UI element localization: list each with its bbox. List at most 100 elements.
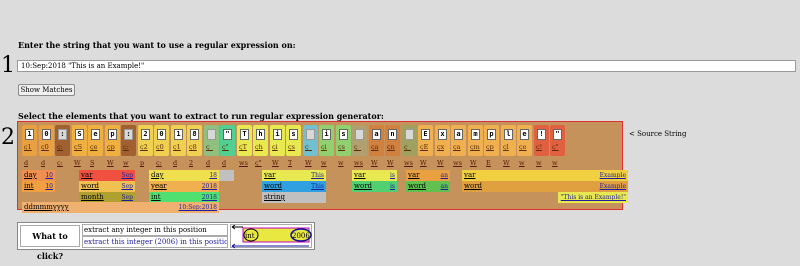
char-column[interactable]: e çe <box>517 125 532 156</box>
char-column[interactable]: : ç: <box>55 125 70 156</box>
char-column[interactable]: i çi <box>319 125 334 156</box>
char-column[interactable]: ! ç! <box>534 125 549 156</box>
char-class-label[interactable]: çs <box>288 143 295 151</box>
type-token[interactable]: d <box>41 159 45 167</box>
char-column[interactable]: ç_ <box>352 125 367 156</box>
char-chip[interactable]: s <box>289 129 298 140</box>
char-chip[interactable]: 8 <box>190 129 199 140</box>
type-token[interactable]: d <box>206 159 210 167</box>
char-chip[interactable]: S <box>75 129 84 140</box>
char-column[interactable]: n çn <box>385 125 400 156</box>
type-token[interactable]: ws <box>453 159 462 167</box>
char-class-label[interactable]: ç_ <box>305 143 312 151</box>
char-column[interactable]: 1 ç1 <box>171 125 186 156</box>
char-column[interactable]: p çp <box>484 125 499 156</box>
type-token[interactable]: W <box>420 159 427 167</box>
type-token[interactable]: 2 <box>189 159 193 167</box>
char-chip[interactable]: i <box>322 129 331 140</box>
char-class-label[interactable]: ç0 <box>41 143 49 151</box>
match-cell[interactable]: "This is an Example!" <box>558 192 628 203</box>
char-chip[interactable]: e <box>520 129 529 140</box>
type-token[interactable]: w <box>536 159 542 167</box>
char-chip[interactable]: h <box>256 129 265 140</box>
match-cell[interactable]: word Sep <box>79 181 135 192</box>
char-class-label[interactable]: ç0 <box>156 143 164 151</box>
char-chip[interactable]: p <box>108 129 117 140</box>
type-token[interactable]: w <box>321 159 327 167</box>
match-cell[interactable]: int 10 <box>22 181 55 192</box>
match-cell[interactable]: var is <box>352 170 397 181</box>
char-column[interactable]: 0 ç0 <box>154 125 169 156</box>
match-cell[interactable]: ddmmmyyyy 10:Sep:2018 <box>22 202 219 213</box>
type-token[interactable]: S <box>90 159 94 167</box>
char-class-label[interactable]: ça <box>371 143 379 151</box>
type-token[interactable]: d <box>173 159 177 167</box>
char-class-label[interactable]: ç_ <box>404 143 411 151</box>
type-token[interactable]: E <box>486 159 491 167</box>
char-chip[interactable]: ! <box>537 129 546 140</box>
char-column[interactable]: TçT <box>237 125 252 156</box>
char-column[interactable]: h çh <box>253 125 268 156</box>
char-class-label[interactable]: ç_ <box>206 143 213 151</box>
match-cell[interactable]: year 2018 <box>149 181 219 192</box>
char-column[interactable]: a ça <box>451 125 466 156</box>
char-class-label[interactable]: çl <box>503 143 509 151</box>
char-chip[interactable]: m <box>471 129 480 140</box>
char-class-label[interactable]: ç2 <box>140 143 148 151</box>
char-chip[interactable]: x <box>438 129 447 140</box>
match-cell[interactable]: word is <box>352 181 397 192</box>
char-class-label[interactable]: çp <box>107 143 115 151</box>
char-column[interactable]: s çs <box>286 125 301 156</box>
type-token[interactable]: W <box>437 159 444 167</box>
match-cell[interactable]: word an <box>406 181 450 192</box>
char-class-label[interactable]: ç" <box>552 143 559 151</box>
char-column[interactable]: i çi <box>270 125 285 156</box>
char-chip[interactable]: 2 <box>141 129 150 140</box>
char-chip[interactable]: a <box>372 129 381 140</box>
char-chip[interactable]: a <box>454 129 463 140</box>
char-class-label[interactable]: ç1 <box>24 143 32 151</box>
type-token[interactable]: ç" <box>255 159 262 167</box>
match-cell[interactable]: word Example <box>462 181 628 192</box>
char-class-label[interactable]: ç" <box>222 143 229 151</box>
char-column[interactable]: e çe <box>88 125 103 156</box>
char-chip[interactable]: p <box>487 129 496 140</box>
char-class-label[interactable]: ç: <box>57 143 63 151</box>
char-class-label[interactable]: çi <box>321 143 327 151</box>
char-chip[interactable]: " <box>553 129 562 140</box>
char-column[interactable]: s çs <box>336 125 351 156</box>
type-token[interactable]: d <box>222 159 226 167</box>
type-token[interactable]: w <box>123 159 129 167</box>
char-chip[interactable]: : <box>58 129 67 140</box>
char-class-label[interactable]: çS <box>74 143 82 151</box>
char-chip[interactable]: : <box>124 129 133 140</box>
char-class-label[interactable]: ç_ <box>354 143 361 151</box>
char-class-label[interactable]: ç8 <box>189 143 197 151</box>
type-token[interactable]: d <box>24 159 28 167</box>
char-class-label[interactable]: çi <box>272 143 278 151</box>
char-class-label[interactable]: çE <box>420 143 428 151</box>
type-token[interactable]: w <box>519 159 525 167</box>
char-class-label[interactable]: çe <box>519 143 527 151</box>
type-token[interactable]: ws <box>404 159 413 167</box>
char-class-label[interactable]: çT <box>239 143 247 151</box>
char-chip[interactable] <box>207 129 216 140</box>
type-token[interactable]: w <box>552 159 558 167</box>
char-chip[interactable]: 0 <box>42 129 51 140</box>
char-column[interactable]: l çl <box>501 125 516 156</box>
char-chip[interactable]: n <box>388 129 397 140</box>
match-cell[interactable]: day 18 <box>149 170 219 181</box>
type-token[interactable]: W <box>387 159 394 167</box>
char-column[interactable]: 8 ç8 <box>187 125 202 156</box>
match-cell[interactable]: var Example <box>462 170 628 181</box>
type-token[interactable]: W <box>371 159 378 167</box>
char-chip[interactable]: T <box>240 129 249 140</box>
char-class-label[interactable]: ç: <box>123 143 129 151</box>
char-class-label[interactable]: çp <box>486 143 494 151</box>
char-chip[interactable]: E <box>421 129 430 140</box>
type-token[interactable]: W <box>305 159 312 167</box>
char-chip[interactable] <box>355 129 364 140</box>
type-token[interactable]: ws <box>354 159 363 167</box>
char-column[interactable]: m çm <box>468 125 483 156</box>
match-cell[interactable]: string <box>262 192 326 203</box>
